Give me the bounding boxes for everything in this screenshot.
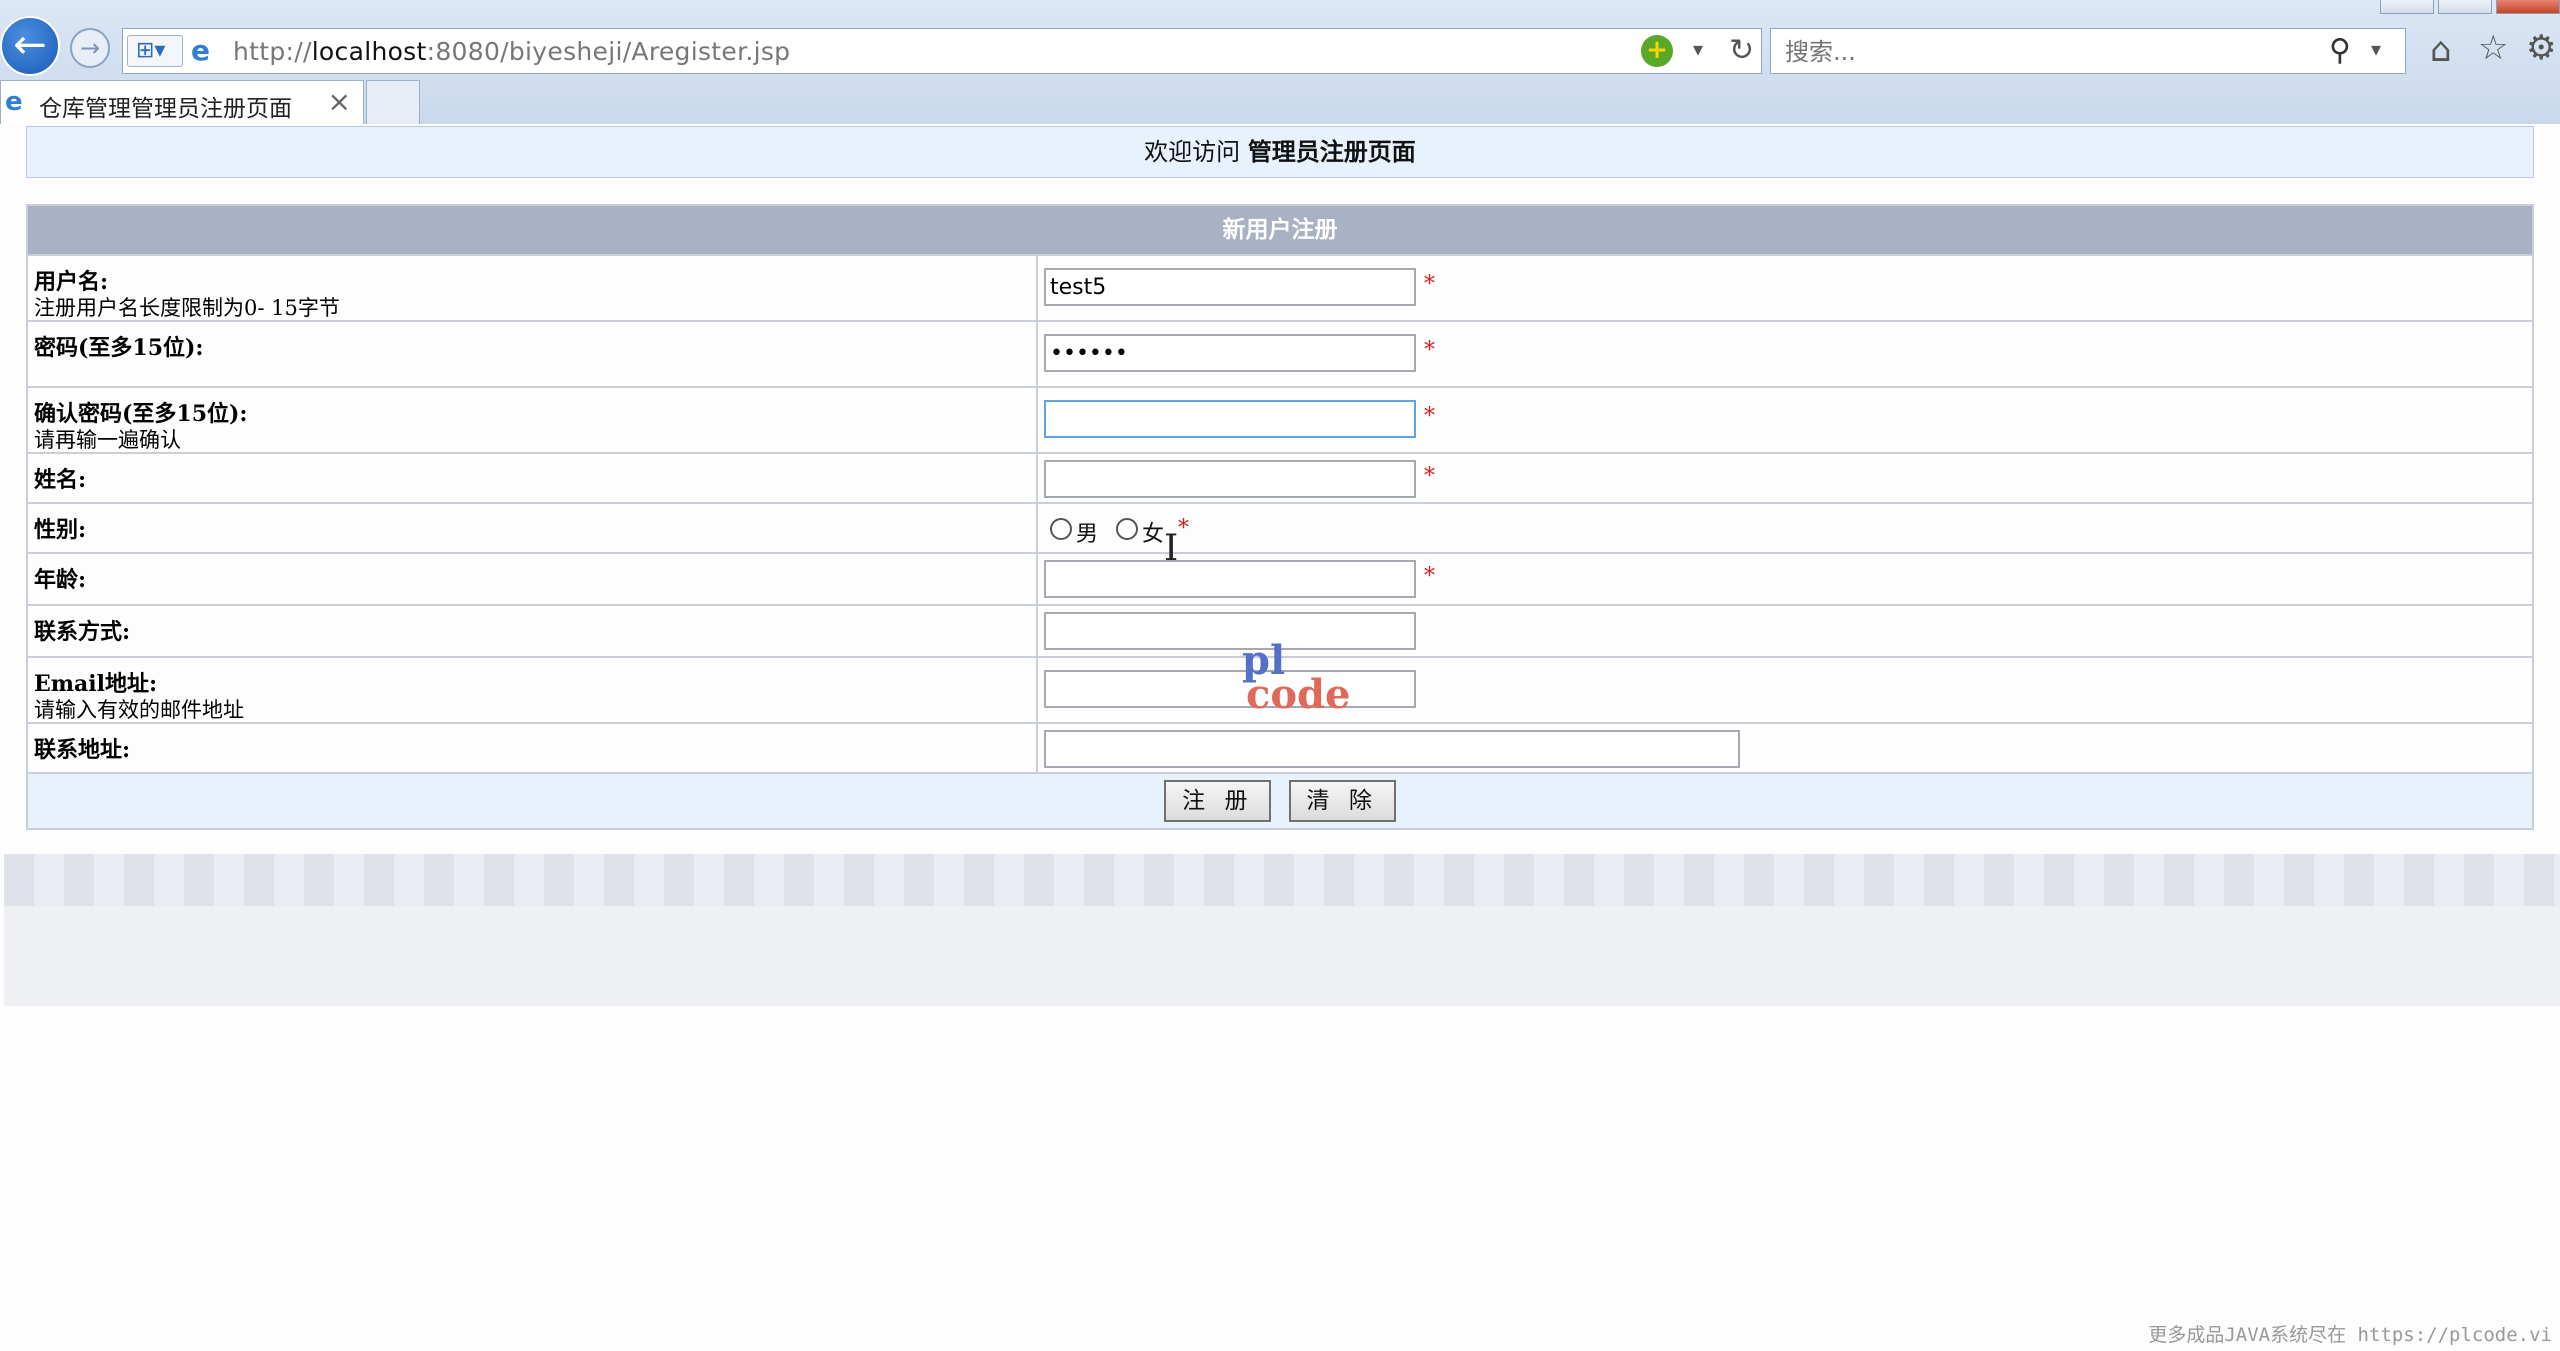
required-mark: *: [1424, 272, 1435, 297]
text-cursor-icon: I: [1164, 528, 1179, 569]
page-content: 欢迎访问 管理员注册页面 新用户注册 用户名: 注册用户名长度限制为0- 15字…: [4, 124, 2560, 1351]
watermark-line2: code: [1246, 671, 1351, 718]
contact-label-cell: 联系方式:: [26, 604, 1038, 658]
name-label-cell: 姓名:: [26, 452, 1038, 504]
button-row: 注 册 清 除: [26, 772, 2534, 830]
gender-male-radio[interactable]: [1050, 518, 1072, 540]
restore-button[interactable]: [2438, 0, 2492, 14]
age-value-cell: *: [1036, 552, 2534, 606]
footer-area: [4, 906, 2560, 1006]
username-value-cell: *: [1036, 254, 2534, 322]
gender-female-label: 女: [1142, 522, 1165, 547]
required-mark: *: [1424, 564, 1435, 589]
home-icon[interactable]: ⌂: [2430, 30, 2452, 70]
confirm-value-cell: *: [1036, 386, 2534, 454]
address-label-cell: 联系地址:: [26, 722, 1038, 774]
username-label-cell: 用户名: 注册用户名长度限制为0- 15字节: [26, 254, 1038, 322]
tab-title: 仓库管理管理员注册页面: [39, 96, 292, 122]
form-title: 新用户注册: [26, 204, 2534, 256]
gender-label: 性别:: [34, 517, 87, 543]
compatibility-icon[interactable]: ⊞▾: [127, 35, 183, 67]
watermark-logo: pl code: [1242, 641, 1351, 718]
chevron-down-icon[interactable]: ▾: [1693, 37, 1703, 61]
age-label: 年龄:: [34, 567, 87, 593]
forward-arrow-icon[interactable]: →: [70, 28, 110, 68]
email-label: Email地址:: [34, 671, 158, 697]
page-title: 管理员注册页面: [1247, 137, 1416, 166]
minimize-button[interactable]: [2380, 0, 2434, 14]
name-input[interactable]: [1044, 460, 1416, 498]
required-mark: *: [1424, 404, 1435, 429]
username-hint: 注册用户名长度限制为0- 15字节: [34, 296, 340, 320]
gender-female-radio[interactable]: [1116, 518, 1138, 540]
address-label: 联系地址:: [34, 737, 131, 763]
contact-label: 联系方式:: [34, 619, 131, 645]
refresh-icon[interactable]: ↻: [1729, 33, 1754, 68]
welcome-banner: 欢迎访问 管理员注册页面: [26, 126, 2534, 178]
clear-button[interactable]: 清 除: [1288, 780, 1396, 822]
confirm-password-input[interactable]: [1044, 400, 1416, 438]
age-label-cell: 年龄:: [26, 552, 1038, 606]
email-label-cell: Email地址: 请输入有效的邮件地址: [26, 656, 1038, 724]
register-button[interactable]: 注 册: [1164, 780, 1272, 822]
confirm-password-hint: 请再输一遍确认: [34, 428, 181, 452]
status-watermark-text: 更多成品JAVA系统尽在 https://plcode.vi: [2148, 1324, 2552, 1346]
name-label: 姓名:: [34, 467, 87, 493]
gender-value-cell: 男 女 *: [1036, 502, 2534, 554]
addon-icon[interactable]: +: [1641, 35, 1673, 67]
email-hint: 请输入有效的邮件地址: [34, 698, 244, 722]
confirm-password-label: 确认密码(至多15位):: [34, 401, 248, 427]
gender-label-cell: 性别:: [26, 502, 1038, 554]
footer-pattern: [4, 854, 2560, 906]
contact-input[interactable]: [1044, 612, 1416, 650]
search-dropdown-icon[interactable]: ▾: [2371, 37, 2381, 61]
required-mark: *: [1424, 338, 1435, 363]
search-icon[interactable]: ⚲: [2329, 33, 2351, 68]
search-input[interactable]: [1783, 37, 2287, 67]
password-label: 密码(至多15位):: [34, 335, 204, 361]
password-label-cell: 密码(至多15位):: [26, 320, 1038, 388]
password-input[interactable]: [1044, 334, 1416, 372]
username-label: 用户名:: [34, 269, 109, 295]
window-controls: [2376, 0, 2560, 14]
url-text[interactable]: http://localhost:8080/biyesheji/Aregiste…: [233, 37, 790, 66]
close-window-button[interactable]: [2496, 0, 2560, 14]
required-mark: *: [1178, 516, 1189, 541]
browser-chrome: ← → ⊞▾ e http://localhost:8080/biyesheji…: [0, 0, 2560, 124]
password-value-cell: *: [1036, 320, 2534, 388]
tab-active[interactable]: e 仓库管理管理员注册页面 ×: [0, 80, 364, 124]
address-input[interactable]: [1044, 730, 1740, 768]
username-input[interactable]: [1044, 268, 1416, 306]
ie-page-icon: e: [191, 34, 210, 67]
close-icon[interactable]: ×: [328, 85, 351, 118]
welcome-prefix: 欢迎访问: [1144, 138, 1241, 166]
back-arrow-icon[interactable]: ←: [0, 16, 60, 76]
gear-icon[interactable]: ⚙: [2526, 28, 2556, 68]
gender-male-label: 男: [1076, 522, 1099, 547]
required-mark: *: [1424, 464, 1435, 489]
confirm-label-cell: 确认密码(至多15位): 请再输一遍确认: [26, 386, 1038, 454]
address-value-cell: [1036, 722, 2534, 774]
favorites-star-icon[interactable]: ☆: [2478, 28, 2508, 68]
ie-tab-icon: e: [5, 87, 23, 117]
search-box[interactable]: ⚲ ▾: [1770, 28, 2406, 74]
email-input[interactable]: [1044, 670, 1416, 708]
address-bar[interactable]: ⊞▾ e http://localhost:8080/biyesheji/Are…: [122, 28, 1762, 74]
name-value-cell: *: [1036, 452, 2534, 504]
age-input[interactable]: [1044, 560, 1416, 598]
new-tab-button[interactable]: [366, 80, 420, 124]
register-form: 新用户注册 用户名: 注册用户名长度限制为0- 15字节 * 密码(至多15位)…: [26, 204, 2534, 830]
